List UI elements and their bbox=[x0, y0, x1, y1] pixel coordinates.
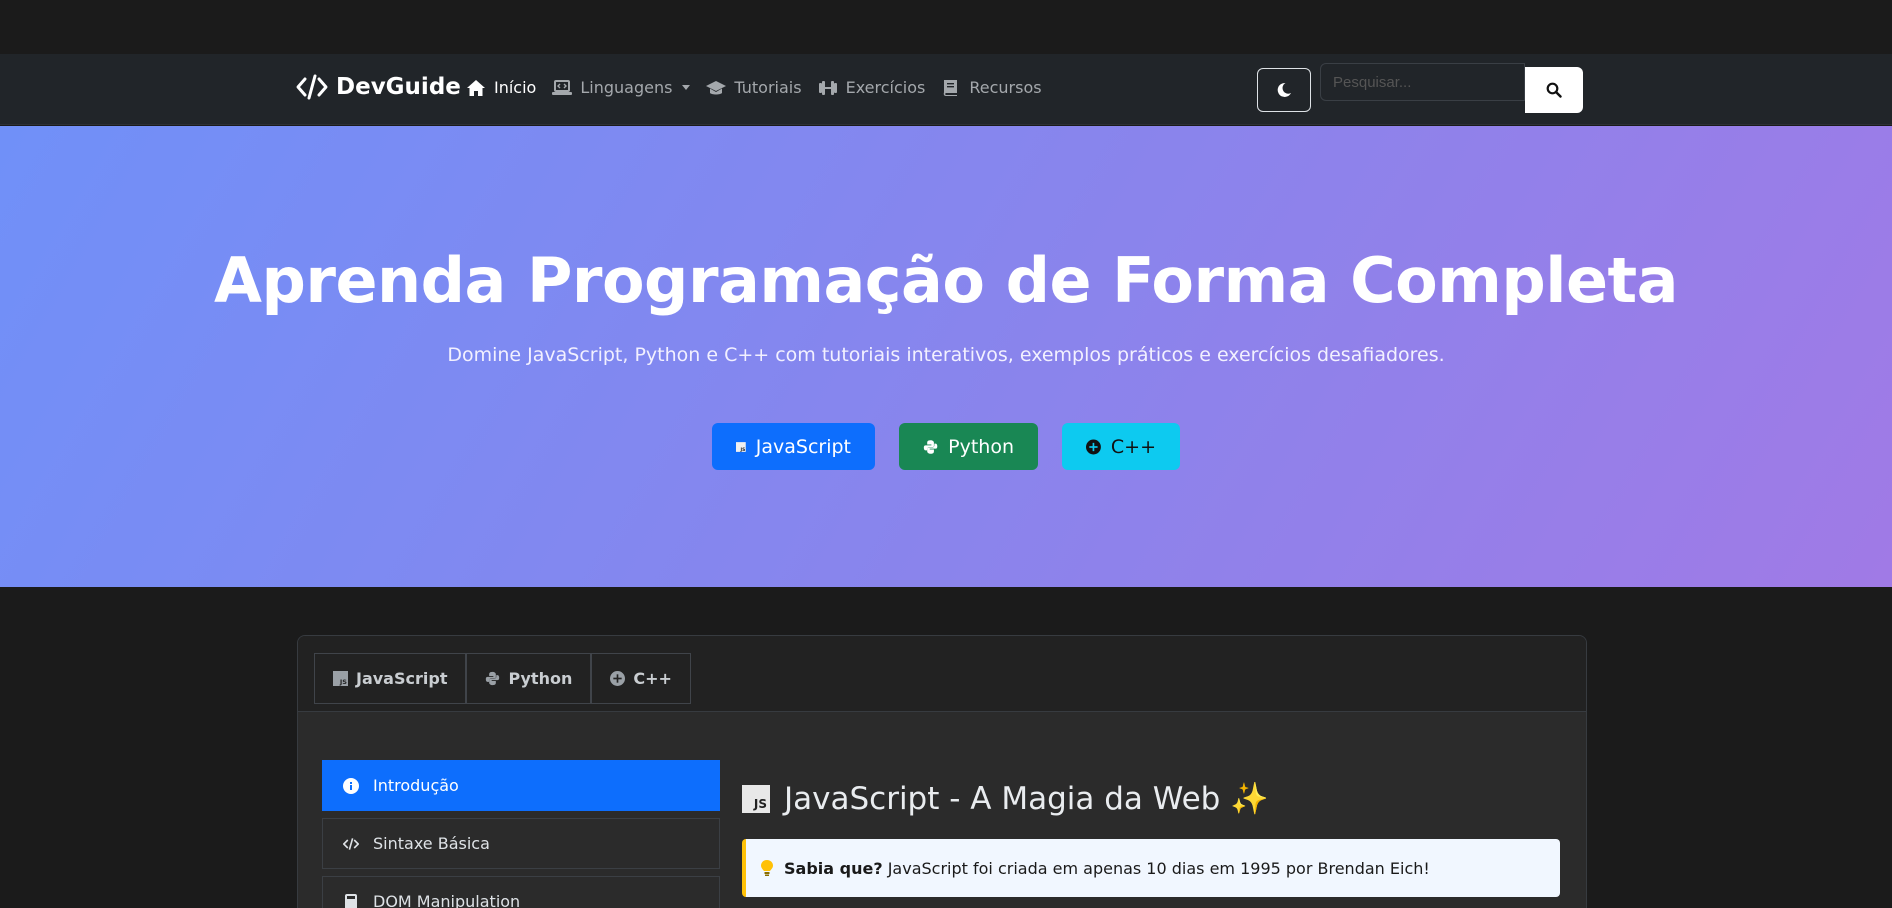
nav-item-exercicios[interactable]: Exercícios bbox=[818, 78, 926, 97]
content-title-text: JavaScript - A Magia da Web ✨ bbox=[784, 781, 1269, 817]
topic-sidebar: Introdução Sintaxe Básica DOM Manipulati… bbox=[322, 760, 720, 908]
laptop-code-icon bbox=[552, 79, 573, 95]
theme-toggle-button[interactable] bbox=[1257, 68, 1311, 112]
brand-name: DevGuide bbox=[336, 74, 461, 100]
sidebar-item-label: DOM Manipulation bbox=[373, 892, 521, 908]
python-icon bbox=[923, 439, 938, 454]
nav-item-label: Tutoriais bbox=[734, 78, 802, 97]
sidebar-item-label: Introdução bbox=[373, 776, 459, 795]
nav-item-tutoriais[interactable]: Tutoriais bbox=[706, 78, 802, 97]
book-icon bbox=[944, 79, 958, 96]
calculator-icon bbox=[345, 893, 357, 908]
topic-content: JS JavaScript - A Magia da Web ✨ Sabia q… bbox=[742, 780, 1560, 897]
card-header: JS JavaScript Python C++ bbox=[298, 636, 1586, 712]
info-circle-icon bbox=[343, 777, 359, 794]
hero-buttons: JS JavaScript Python C++ bbox=[0, 423, 1892, 470]
cpp-button[interactable]: C++ bbox=[1062, 423, 1180, 470]
tip-alert: Sabia que? JavaScript foi criada em apen… bbox=[742, 839, 1560, 897]
sidebar-item-dom-manipulation[interactable]: DOM Manipulation bbox=[322, 876, 720, 908]
tab-label: JavaScript bbox=[356, 669, 448, 688]
search-button[interactable] bbox=[1525, 67, 1583, 113]
graduation-cap-icon bbox=[706, 80, 727, 94]
brand-logo[interactable]: DevGuide bbox=[296, 74, 461, 100]
nav-item-label: Recursos bbox=[969, 78, 1042, 97]
tab-label: Python bbox=[508, 669, 573, 688]
python-icon bbox=[486, 671, 500, 686]
nav-links: Início Linguagens Tutoriais Exercícios R… bbox=[466, 78, 1058, 97]
lightbulb-icon bbox=[761, 860, 773, 876]
svg-text:JS: JS bbox=[739, 446, 745, 452]
button-label: C++ bbox=[1110, 435, 1156, 458]
nav-item-recursos[interactable]: Recursos bbox=[941, 78, 1042, 97]
content-title: JS JavaScript - A Magia da Web ✨ bbox=[742, 780, 1560, 817]
language-card: JS JavaScript Python C++ Introdução Sint… bbox=[297, 635, 1587, 908]
tab-python[interactable]: Python bbox=[466, 653, 592, 704]
button-label: Python bbox=[948, 435, 1014, 458]
nav-item-label: Exercícios bbox=[845, 78, 926, 97]
nav-item-label: Linguagens bbox=[580, 78, 673, 97]
code-icon bbox=[343, 837, 359, 850]
card-body: Introdução Sintaxe Básica DOM Manipulati… bbox=[298, 712, 1586, 908]
plus-circle-icon bbox=[610, 671, 626, 686]
js-icon: JS bbox=[742, 784, 770, 813]
python-button[interactable]: Python bbox=[899, 423, 1038, 470]
sidebar-item-label: Sintaxe Básica bbox=[373, 834, 490, 853]
hero-subtitle: Domine JavaScript, Python e C++ com tuto… bbox=[447, 344, 1445, 366]
plus-circle-icon bbox=[1086, 439, 1101, 454]
hero-section: Aprenda Programação de Forma Completa Do… bbox=[0, 126, 1892, 587]
button-label: JavaScript bbox=[755, 435, 851, 458]
js-icon: JS bbox=[736, 441, 746, 452]
tip-label: Sabia que? bbox=[784, 858, 883, 878]
tip-text: JavaScript foi criada em apenas 10 dias … bbox=[887, 858, 1430, 878]
navbar: DevGuide Início Linguagens Tutoriais Exe… bbox=[0, 54, 1892, 125]
tab-javascript[interactable]: JS JavaScript bbox=[314, 653, 467, 704]
home-icon bbox=[467, 79, 485, 96]
sidebar-item-sintaxe-basica[interactable]: Sintaxe Básica bbox=[322, 818, 720, 869]
hero-title: Aprenda Programação de Forma Completa bbox=[214, 244, 1678, 317]
javascript-button[interactable]: JS JavaScript bbox=[712, 423, 875, 470]
language-tabs: JS JavaScript Python C++ bbox=[314, 653, 691, 704]
moon-icon bbox=[1277, 82, 1291, 97]
js-icon: JS bbox=[333, 671, 348, 686]
sidebar-item-introducao[interactable]: Introdução bbox=[322, 760, 720, 811]
search-icon bbox=[1546, 82, 1562, 98]
dumbbell-icon bbox=[818, 80, 837, 95]
nav-item-linguagens[interactable]: Linguagens bbox=[552, 78, 691, 97]
nav-item-inicio[interactable]: Início bbox=[466, 78, 536, 97]
svg-text:JS: JS bbox=[339, 678, 347, 686]
nav-item-label: Início bbox=[494, 78, 537, 97]
code-icon bbox=[296, 74, 328, 100]
top-strip bbox=[0, 0, 1892, 54]
tab-label: C++ bbox=[633, 669, 672, 688]
chevron-down-icon bbox=[682, 85, 691, 90]
search-input[interactable] bbox=[1320, 63, 1525, 101]
tab-cpp[interactable]: C++ bbox=[591, 653, 691, 704]
